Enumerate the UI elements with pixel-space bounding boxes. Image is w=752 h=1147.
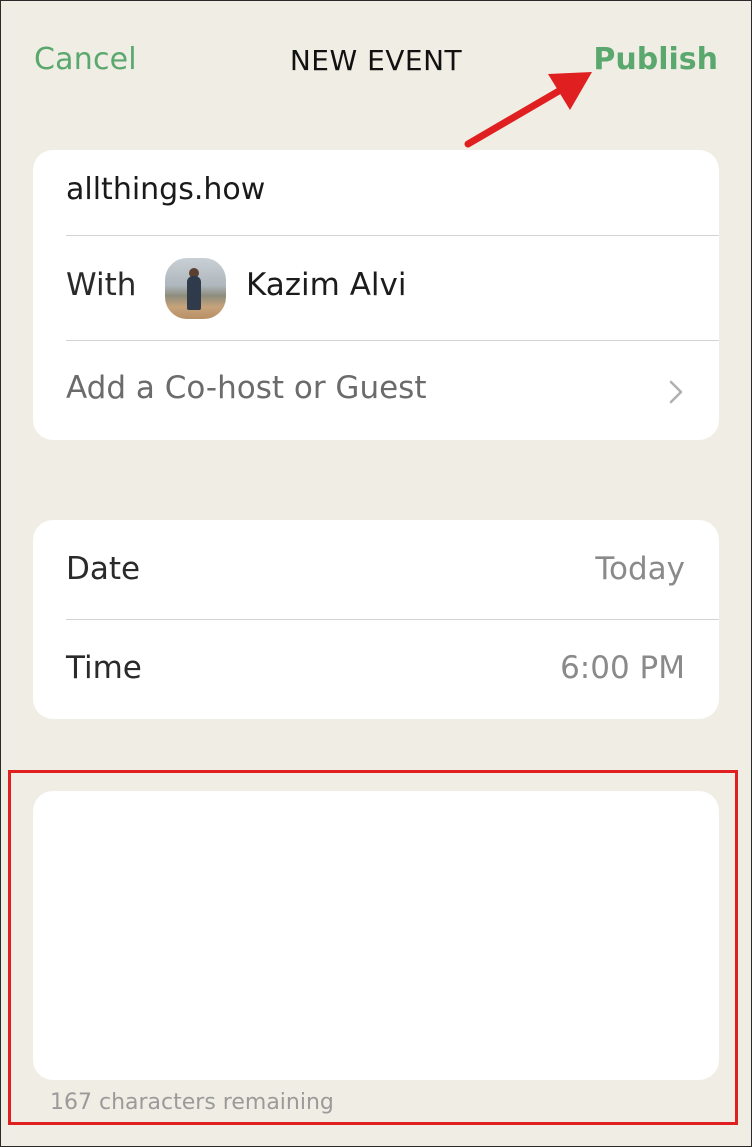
avatar[interactable] <box>165 258 226 319</box>
event-title-input[interactable]: allthings.how <box>66 172 265 207</box>
publish-button[interactable]: Publish <box>593 42 718 77</box>
date-picker[interactable]: Today <box>595 551 685 587</box>
event-details-card: allthings.how With Kazim Alvi Add a Co-h… <box>33 150 719 440</box>
divider <box>66 235 719 236</box>
divider <box>66 340 719 341</box>
highlight-annotation-box <box>8 770 738 1125</box>
date-label: Date <box>66 551 141 587</box>
add-cohost-guest-button[interactable]: Add a Co-host or Guest <box>66 370 426 406</box>
schedule-card: Date Today Time 6:00 PM <box>33 520 719 719</box>
chevron-right-icon <box>669 380 683 404</box>
arrow-annotation-icon <box>464 72 592 148</box>
divider <box>66 619 719 620</box>
host-name: Kazim Alvi <box>246 267 407 303</box>
avatar-body <box>187 276 201 310</box>
time-label: Time <box>66 650 142 686</box>
time-picker[interactable]: 6:00 PM <box>560 650 685 686</box>
with-label: With <box>66 267 137 303</box>
